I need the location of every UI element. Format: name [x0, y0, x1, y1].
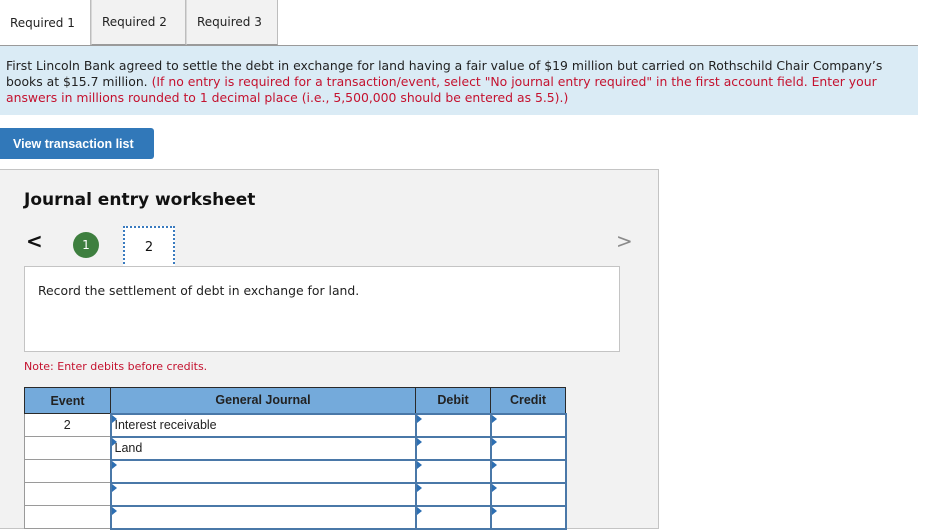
account-select[interactable]: Land — [109, 435, 417, 461]
chevron-right-icon[interactable]: > — [616, 230, 633, 252]
credit-input[interactable] — [489, 458, 567, 484]
credit-input[interactable] — [489, 435, 567, 461]
instructions-box: First Lincoln Bank agreed to settle the … — [0, 45, 918, 115]
description-text: Record the settlement of debt in exchang… — [38, 283, 360, 298]
debit-input[interactable] — [414, 435, 492, 461]
header-debit: Debit — [415, 387, 491, 414]
event-cell — [24, 459, 111, 483]
debit-input[interactable] — [414, 458, 492, 484]
table-row — [24, 481, 567, 507]
tab-required-1[interactable]: Required 1 — [0, 0, 91, 46]
journal-table: Event General Journal Debit Credit 2 Int… — [24, 387, 567, 530]
account-select[interactable] — [109, 504, 417, 530]
view-transaction-list-button[interactable]: View transaction list — [0, 128, 154, 159]
credit-input[interactable] — [489, 412, 567, 438]
debit-input[interactable] — [414, 481, 492, 507]
debit-input[interactable] — [414, 412, 492, 438]
account-select[interactable] — [109, 458, 417, 484]
event-cell: 2 — [24, 413, 111, 437]
event-cell — [24, 505, 111, 529]
step-2-current[interactable]: 2 — [123, 226, 175, 268]
step-1-completed[interactable]: 1 — [73, 232, 99, 258]
tab-required-3[interactable]: Required 3 — [186, 0, 278, 45]
debit-input[interactable] — [414, 504, 492, 530]
chevron-left-icon[interactable]: < — [26, 230, 43, 252]
account-select[interactable] — [109, 481, 417, 507]
tab-bar: Required 1 Required 2 Required 3 — [0, 0, 278, 46]
table-row: Land — [24, 435, 567, 461]
table-row — [24, 458, 567, 484]
journal-entry-worksheet: Journal entry worksheet < 1 2 > Record t… — [0, 169, 659, 530]
event-cell — [24, 482, 111, 506]
header-event: Event — [24, 387, 111, 414]
credit-input[interactable] — [489, 481, 567, 507]
table-row: 2 Interest receivable — [24, 412, 567, 438]
header-general-journal: General Journal — [110, 387, 416, 414]
worksheet-title: Journal entry worksheet — [24, 190, 256, 210]
transaction-description: Record the settlement of debt in exchang… — [24, 266, 620, 352]
credit-input[interactable] — [489, 504, 567, 530]
account-select[interactable]: Interest receivable — [109, 412, 417, 438]
header-credit: Credit — [490, 387, 566, 414]
tab-required-2[interactable]: Required 2 — [91, 0, 186, 45]
table-header-row: Event General Journal Debit Credit — [24, 387, 566, 414]
note-text: Note: Enter debits before credits. — [24, 360, 208, 373]
table-row — [24, 504, 567, 530]
event-cell — [24, 436, 111, 460]
